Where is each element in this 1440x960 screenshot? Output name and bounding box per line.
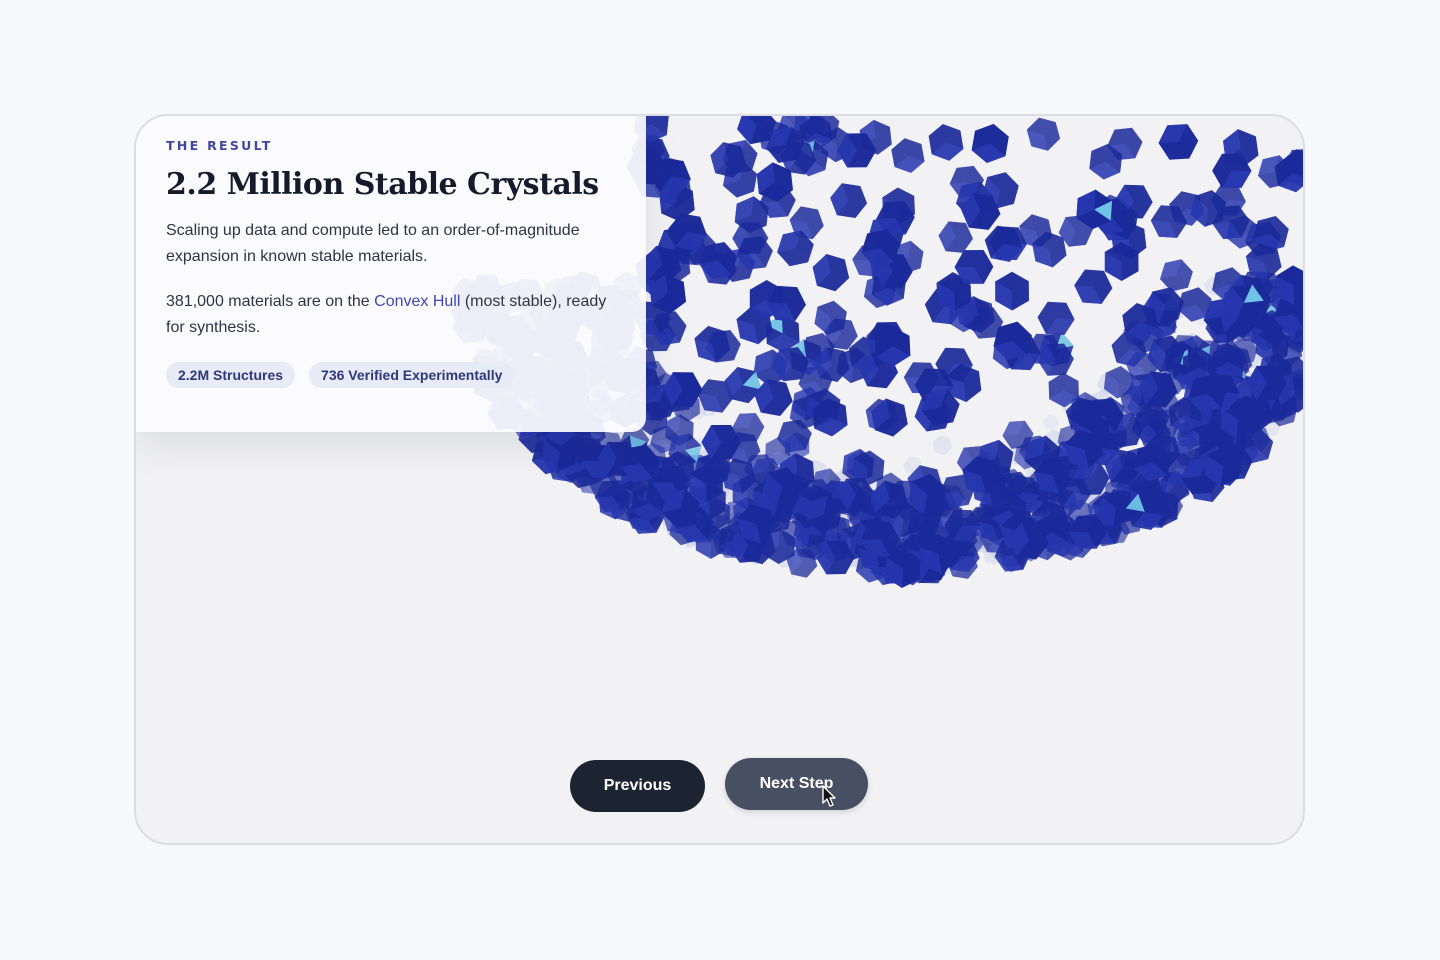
crystal-icon xyxy=(1037,301,1075,335)
crystal-icon xyxy=(995,271,1029,311)
info-card: THE RESULT 2.2 Million Stable Crystals S… xyxy=(136,116,646,432)
crystal-icon xyxy=(1074,269,1113,304)
crystal-visualization-panel: THE RESULT 2.2 Million Stable Crystals S… xyxy=(134,114,1305,845)
crystal-icon xyxy=(928,124,964,161)
convex-hull-text: 381,000 materials are on the Convex Hull… xyxy=(166,289,616,341)
structures-tag: 2.2M Structures xyxy=(166,362,296,388)
crystal-icon xyxy=(938,221,973,253)
verified-tag: 736 Verified Experimentally xyxy=(309,362,515,388)
crystal-icon xyxy=(891,138,925,173)
section-eyebrow: THE RESULT xyxy=(166,138,273,153)
convex-hull-text-lead: 381,000 materials are on the xyxy=(166,293,375,310)
stat-tags: 2.2M Structures 736 Verified Experimenta… xyxy=(166,362,616,388)
mouse-pointer-icon xyxy=(822,785,836,807)
crystal-icon xyxy=(1043,414,1059,431)
previous-button[interactable]: Previous xyxy=(570,760,705,812)
crystal-icon xyxy=(830,183,868,218)
crystal-icon xyxy=(971,123,1009,163)
description-text: Scaling up data and compute led to an or… xyxy=(166,222,580,265)
next-step-button[interactable]: Next Step xyxy=(725,758,868,810)
crystal-icon xyxy=(1158,124,1199,160)
crystal-icon xyxy=(812,254,850,292)
convex-hull-link[interactable]: Convex Hull xyxy=(374,293,460,310)
page-title: 2.2 Million Stable Crystals xyxy=(166,167,599,202)
crystal-icon xyxy=(932,435,953,455)
crystal-icon xyxy=(1026,117,1061,151)
crystal-icon xyxy=(754,379,793,416)
